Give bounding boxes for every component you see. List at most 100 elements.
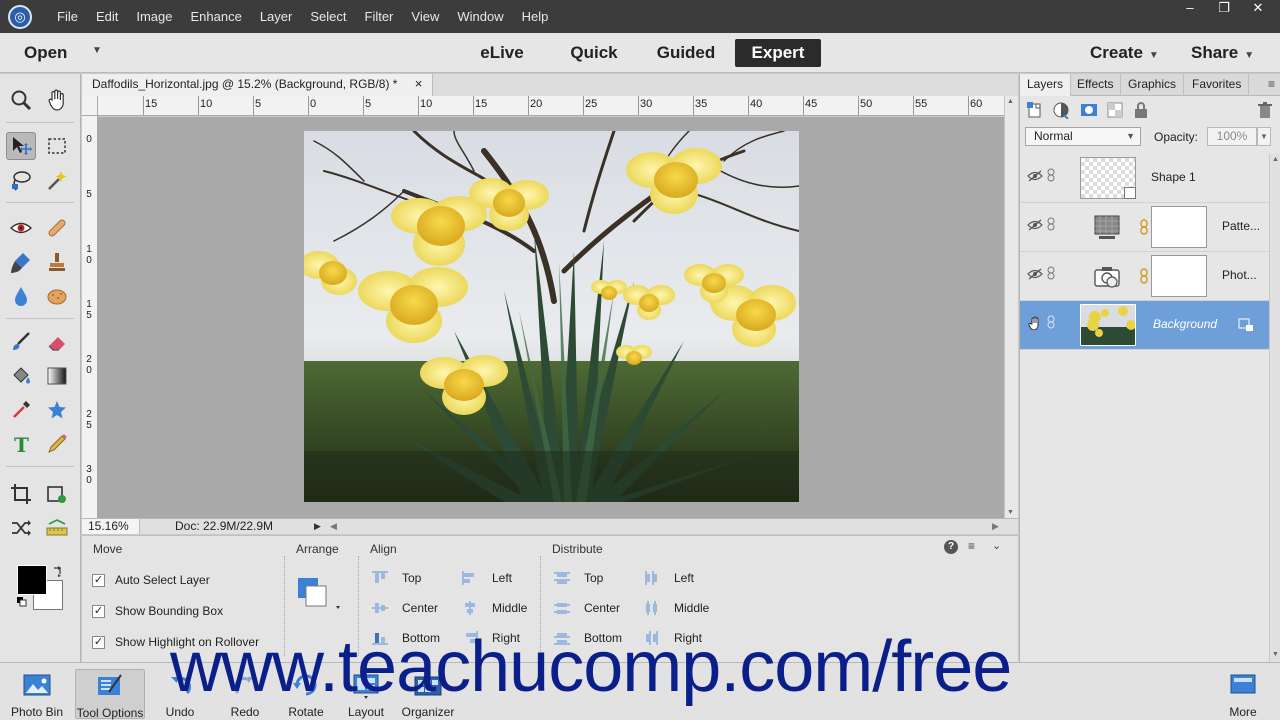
tool-options-button[interactable]: Tool Options	[75, 669, 145, 720]
new-layer-icon[interactable]	[1026, 101, 1044, 119]
foreground-color-swatch[interactable]	[17, 565, 47, 595]
lasso-tool-icon[interactable]	[6, 166, 36, 194]
sponge-tool-icon[interactable]	[42, 282, 72, 310]
layer-row-background[interactable]: Background	[1020, 301, 1269, 350]
add-layer-mask-icon[interactable]	[1080, 101, 1098, 119]
tab-guided[interactable]: Guided	[648, 39, 724, 67]
distribute-top-button[interactable]: Top	[554, 571, 603, 585]
link-icon[interactable]	[1047, 168, 1055, 182]
smart-brush-icon[interactable]	[6, 248, 36, 276]
recompose-tool-icon[interactable]	[42, 480, 72, 508]
crop-tool-icon[interactable]	[6, 480, 36, 508]
canvas-area[interactable]	[98, 117, 1004, 518]
arrange-dropdown[interactable]	[296, 576, 346, 616]
menu-window[interactable]: Window	[448, 9, 512, 24]
align-middle-button[interactable]: Middle	[462, 601, 527, 615]
distribute-middle-button[interactable]: Middle	[644, 601, 709, 615]
more-button[interactable]: More	[1208, 669, 1278, 719]
pencil-tool-icon[interactable]	[42, 430, 72, 458]
tab-expert[interactable]: Expert	[735, 39, 821, 67]
straighten-tool-icon[interactable]	[42, 514, 72, 542]
scroll-up-icon[interactable]: ▲	[1272, 156, 1279, 163]
scroll-up-icon[interactable]: ▲	[1007, 98, 1014, 105]
visibility-off-icon[interactable]	[1027, 169, 1043, 183]
link-icon[interactable]	[1047, 266, 1055, 280]
minimize-icon[interactable]: –	[1180, 0, 1200, 20]
tab-favorites[interactable]: Favorites	[1185, 74, 1250, 96]
rectangular-marquee-icon[interactable]	[42, 132, 72, 160]
layers-scrollbar[interactable]: ▲ ▼	[1269, 154, 1280, 662]
tab-quick[interactable]: Quick	[558, 39, 630, 67]
layer-row-shape-1[interactable]: Shape 1	[1020, 154, 1269, 203]
scroll-left-icon[interactable]: ◀	[330, 521, 337, 532]
menu-layer[interactable]: Layer	[251, 9, 302, 24]
blend-mode-select[interactable]: Normal ▼	[1025, 127, 1141, 146]
hand-cursor-icon[interactable]	[1027, 316, 1043, 330]
zoom-level-field[interactable]: 15.16%	[82, 519, 140, 534]
menu-view[interactable]: View	[402, 9, 448, 24]
default-colors-icon[interactable]	[16, 596, 28, 608]
status-menu-arrow-icon[interactable]: ▶	[314, 521, 321, 532]
panel-menu-icon[interactable]: ≡	[1268, 77, 1275, 91]
red-eye-icon[interactable]	[6, 214, 36, 242]
menu-enhance[interactable]: Enhance	[182, 9, 251, 24]
options-menu-icon[interactable]: ≡	[968, 539, 975, 553]
paint-bucket-icon[interactable]	[6, 362, 36, 390]
tab-graphics[interactable]: Graphics	[1121, 74, 1185, 96]
scroll-down-icon[interactable]: ▼	[1007, 509, 1014, 516]
open-button[interactable]: Open	[24, 43, 67, 63]
horizontal-ruler[interactable]: 15 10 5 0 5 10 15 20 25 30 35 40 45 50 55 60	[98, 96, 1004, 116]
menu-image[interactable]: Image	[127, 9, 181, 24]
move-tool-icon[interactable]	[6, 132, 36, 160]
photo-bin-button[interactable]: Photo Bin	[2, 669, 72, 719]
healing-brush-icon[interactable]	[42, 214, 72, 242]
content-aware-move-icon[interactable]	[6, 514, 36, 542]
daffodil-photo[interactable]	[304, 131, 799, 502]
visibility-off-icon[interactable]	[1027, 218, 1043, 232]
layer-lock-icon[interactable]	[1238, 318, 1254, 332]
type-tool-icon[interactable]: T	[6, 430, 36, 458]
scroll-right-icon[interactable]: ▶	[992, 521, 999, 532]
menu-file[interactable]: File	[48, 9, 87, 24]
visibility-off-icon[interactable]	[1027, 267, 1043, 281]
clone-stamp-icon[interactable]	[42, 248, 72, 276]
collapse-options-icon[interactable]: ⌄	[992, 539, 1001, 552]
align-center-button[interactable]: Center	[372, 601, 438, 615]
help-icon[interactable]: ?	[944, 540, 958, 554]
layer-row-photo-filter[interactable]: Phot...	[1020, 252, 1269, 301]
brush-tool-icon[interactable]	[6, 328, 36, 356]
zoom-tool-icon[interactable]	[6, 86, 36, 114]
show-bounding-box-checkbox[interactable]: ✓ Show Bounding Box	[92, 604, 223, 618]
tab-elive[interactable]: eLive	[466, 39, 538, 67]
delete-layer-icon[interactable]	[1256, 101, 1274, 119]
vertical-scrollbar[interactable]: ▲ ▼	[1004, 96, 1018, 518]
lock-all-icon[interactable]	[1132, 101, 1150, 119]
open-dropdown-icon[interactable]: ▼	[92, 45, 102, 56]
magic-wand-icon[interactable]	[42, 166, 72, 194]
document-tab[interactable]: Daffodils_Horizontal.jpg @ 15.2% (Backgr…	[82, 74, 434, 96]
auto-select-layer-checkbox[interactable]: ✓ Auto Select Layer	[92, 573, 210, 587]
scroll-down-icon[interactable]: ▼	[1272, 651, 1279, 658]
vertical-ruler[interactable]: 0 5 1 0 1 5 2 0 2 5 3 0	[82, 116, 98, 518]
app-logo-icon[interactable]: ◎	[8, 4, 32, 29]
gradient-tool-icon[interactable]	[42, 362, 72, 390]
layer-row-pattern[interactable]: Patte...	[1020, 203, 1269, 252]
hand-tool-icon[interactable]	[42, 86, 72, 114]
blur-tool-icon[interactable]	[6, 282, 36, 310]
menu-edit[interactable]: Edit	[87, 9, 127, 24]
menu-select[interactable]: Select	[301, 9, 355, 24]
custom-shape-icon[interactable]	[42, 396, 72, 424]
new-adjustment-layer-icon[interactable]	[1052, 101, 1070, 119]
close-window-icon[interactable]: ✕	[1248, 0, 1268, 20]
create-button[interactable]: Create ▼	[1090, 43, 1159, 63]
lock-transparent-icon[interactable]	[1106, 101, 1124, 119]
opacity-dropdown-icon[interactable]: ▼	[1257, 127, 1271, 146]
tab-effects[interactable]: Effects	[1070, 74, 1122, 96]
mask-link-icon[interactable]	[1140, 268, 1148, 284]
opacity-input[interactable]: 100%	[1207, 127, 1257, 146]
mask-link-icon[interactable]	[1140, 219, 1148, 235]
close-document-icon[interactable]: ×	[415, 76, 423, 91]
menu-filter[interactable]: Filter	[356, 9, 403, 24]
menu-help[interactable]: Help	[513, 9, 558, 24]
eraser-tool-icon[interactable]	[42, 328, 72, 356]
